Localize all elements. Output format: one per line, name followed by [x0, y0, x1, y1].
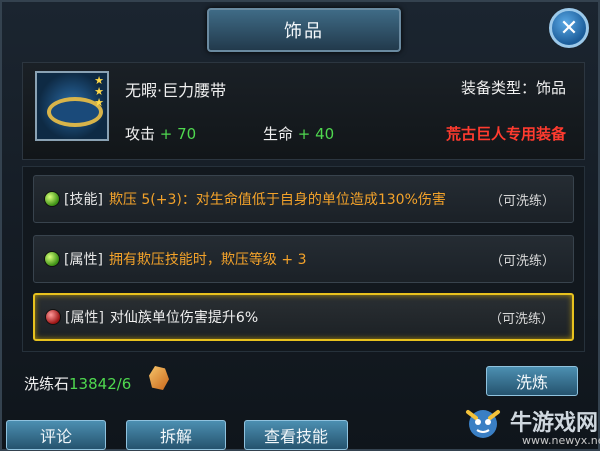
wash-stone-value: 13842/6 — [69, 375, 132, 393]
property-row-attribute[interactable]: [属性] 拥有欺压技能时，欺压等级 + 3 （可洗练） — [33, 235, 574, 283]
attack-stat: 攻击 + 70 — [125, 123, 196, 144]
accessory-panel: 饰品 ✕ ★ ★ ★ 无暇·巨力腰带 装备类型：饰品 攻击 + 70 生命 + … — [0, 0, 600, 451]
property-tag: [属性] — [65, 310, 104, 326]
hp-value: + 40 — [297, 125, 335, 143]
decompose-button[interactable]: 拆解 — [126, 420, 226, 450]
washable-label: （可洗练） — [489, 253, 555, 269]
item-name: 无暇·巨力腰带 — [125, 81, 227, 100]
washable-label: （可洗练） — [489, 193, 555, 209]
panel-title-text: 饰品 — [284, 21, 324, 42]
property-desc: 拥有欺压技能时，欺压等级 + 3 — [108, 252, 307, 268]
panel-title: 饰品 — [207, 8, 401, 52]
property-list: [技能] 欺压 5(+3)：对生命值低于自身的单位造成130%伤害 （可洗练） … — [22, 166, 585, 352]
item-card: ★ ★ ★ 无暇·巨力腰带 装备类型：饰品 攻击 + 70 生命 + 40 荒古… — [22, 62, 585, 160]
wash-stone-count: 洗练石13842/6 — [24, 373, 131, 394]
watermark-url: www.newyx.net — [522, 434, 600, 447]
hp-stat: 生命 + 40 — [263, 123, 334, 144]
star-icon: ★ — [94, 96, 104, 109]
close-icon: ✕ — [559, 15, 579, 41]
property-tag: [技能] — [64, 192, 103, 208]
wash-button[interactable]: 洗炼 — [486, 366, 578, 396]
close-button[interactable]: ✕ — [549, 8, 589, 48]
hp-label: 生命 — [263, 125, 294, 143]
wash-stone-icon — [149, 366, 169, 390]
view-skills-button[interactable]: 查看技能 — [244, 420, 348, 450]
green-gem-icon — [44, 191, 60, 207]
property-desc: 欺压 5(+3)：对生命值低于自身的单位造成130%伤害 — [108, 192, 446, 208]
equip-type: 装备类型：饰品 — [460, 79, 566, 97]
washable-label: （可洗练） — [488, 311, 554, 327]
wash-stone-label: 洗练石 — [24, 375, 70, 393]
star-rating: ★ ★ ★ — [93, 75, 105, 108]
belt-item-icon[interactable]: ★ ★ ★ — [35, 71, 109, 141]
comment-button[interactable]: 评论 — [6, 420, 106, 450]
watermark-logo-icon — [466, 410, 500, 438]
watermark-text: 牛游戏网 — [510, 411, 599, 436]
green-gem-icon — [44, 251, 60, 267]
red-gem-icon — [45, 309, 61, 325]
property-tag: [属性] — [64, 252, 103, 268]
property-desc: 对仙族单位伤害提升6% — [109, 310, 259, 326]
exclusive-label: 荒古巨人专用装备 — [445, 125, 566, 143]
property-row-skill[interactable]: [技能] 欺压 5(+3)：对生命值低于自身的单位造成130%伤害 （可洗练） — [33, 175, 574, 223]
property-row-attribute-selected[interactable]: [属性] 对仙族单位伤害提升6% （可洗练） — [33, 293, 574, 341]
attack-value: + 70 — [159, 125, 197, 143]
attack-label: 攻击 — [125, 125, 156, 143]
